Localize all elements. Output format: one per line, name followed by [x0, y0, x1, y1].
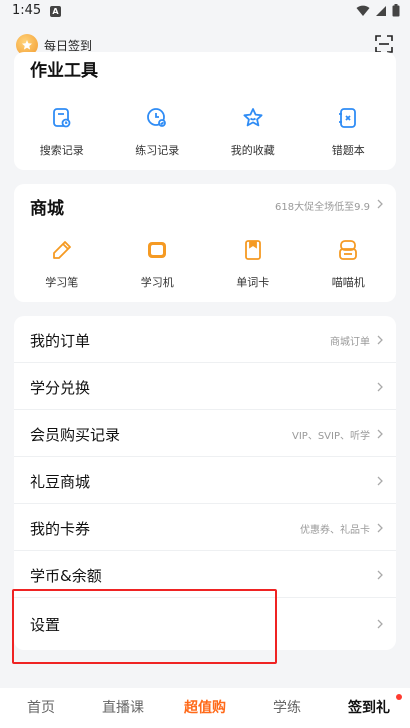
mall-item-label: 学习笔	[45, 276, 79, 289]
clock-icon	[147, 108, 167, 127]
mall-title: 商城	[30, 199, 64, 219]
word-card-icon	[244, 240, 261, 260]
daily-checkin-label: 每日签到	[44, 38, 93, 53]
menu-row-label: 学分兑换	[30, 379, 91, 397]
battery-icon	[392, 4, 400, 17]
menu-row-sub: 商城订单	[330, 337, 370, 348]
menu-row-label: 会员购买记录	[30, 426, 121, 444]
printer-icon	[339, 240, 358, 260]
chevron-right-icon	[377, 382, 383, 392]
tab-deals[interactable]: 超值购	[164, 688, 246, 728]
tool-favorites[interactable]: 我的收藏	[205, 106, 301, 158]
search-record-icon	[52, 108, 71, 128]
mall-item-label: 学习机	[140, 276, 174, 289]
mall-card: 商城 618大促全场低至9.9 学习笔 学习机 单词卡 喵喵机	[14, 184, 396, 302]
tab-checkin-gift[interactable]: 签到礼	[328, 688, 410, 728]
mall-item-tablet[interactable]: 学习机	[110, 238, 206, 290]
tab-live-class[interactable]: 直播课	[82, 688, 164, 728]
mall-item-label: 单词卡	[236, 276, 270, 289]
status-time: 1:45	[12, 3, 42, 18]
tool-label: 我的收藏	[230, 144, 275, 157]
menu-row-credit-exchange[interactable]: 学分兑换	[14, 363, 396, 410]
mall-item-printer[interactable]: 喵喵机	[301, 238, 397, 290]
tool-label: 练习记录	[135, 144, 180, 157]
tab-home[interactable]: 首页	[0, 688, 82, 728]
bottom-tab-bar: 首页 直播课 超值购 学练 签到礼	[0, 688, 410, 728]
menu-row-label: 礼豆商城	[30, 473, 91, 491]
menu-row-label: 我的卡券	[30, 520, 91, 538]
settings-highlight-box	[12, 589, 277, 664]
tool-label: 搜索记录	[39, 144, 84, 157]
tool-search-record[interactable]: 搜索记录	[14, 106, 110, 158]
menu-row-my-orders[interactable]: 我的订单 商城订单	[14, 316, 396, 363]
menu-row-gift-bean-mall[interactable]: 礼豆商城	[14, 457, 396, 504]
chevron-right-icon	[377, 476, 383, 486]
mall-item-pen[interactable]: 学习笔	[14, 238, 110, 290]
star-icon	[243, 108, 263, 127]
menu-row-label: 我的订单	[30, 332, 91, 350]
mall-item-word-card[interactable]: 单词卡	[205, 238, 301, 290]
scan-icon[interactable]	[374, 34, 394, 54]
red-dot-badge	[396, 694, 402, 700]
wifi-icon	[356, 5, 370, 16]
chevron-right-icon	[377, 429, 383, 439]
homework-tools-title: 作业工具	[30, 61, 98, 81]
pen-icon	[52, 241, 71, 259]
mall-item-label: 喵喵机	[331, 276, 365, 289]
status-bar: 1:45 A	[0, 0, 410, 24]
chevron-right-icon	[377, 523, 383, 533]
chevron-right-icon	[377, 570, 383, 580]
homework-tools-card: 作业工具 搜索记录 练习记录 我的收藏 错题本	[14, 52, 396, 170]
chevron-right-icon	[377, 199, 383, 209]
menu-row-vip-records[interactable]: 会员购买记录 VIP、SVIP、听学	[14, 410, 396, 457]
tab-practice[interactable]: 学练	[246, 688, 328, 728]
signal-icon	[376, 5, 386, 16]
menu-row-sub: VIP、SVIP、听学	[292, 431, 370, 442]
mall-promo-link[interactable]: 618大促全场低至9.9	[275, 198, 370, 213]
tablet-icon	[148, 242, 167, 258]
tool-label: 错题本	[331, 144, 365, 157]
tab-checkin-gift-label: 签到礼	[348, 700, 390, 716]
menu-row-label: 学币&余额	[30, 567, 102, 585]
chevron-right-icon	[377, 619, 383, 629]
notification-a-icon: A	[50, 6, 61, 17]
tool-practice-record[interactable]: 练习记录	[110, 106, 206, 158]
wrong-book-icon	[339, 108, 357, 128]
chevron-right-icon	[377, 335, 383, 345]
menu-row-sub: 优惠券、礼品卡	[300, 525, 370, 536]
menu-row-my-coupons[interactable]: 我的卡券 优惠券、礼品卡	[14, 504, 396, 551]
tool-wrong-book[interactable]: 错题本	[301, 106, 397, 158]
